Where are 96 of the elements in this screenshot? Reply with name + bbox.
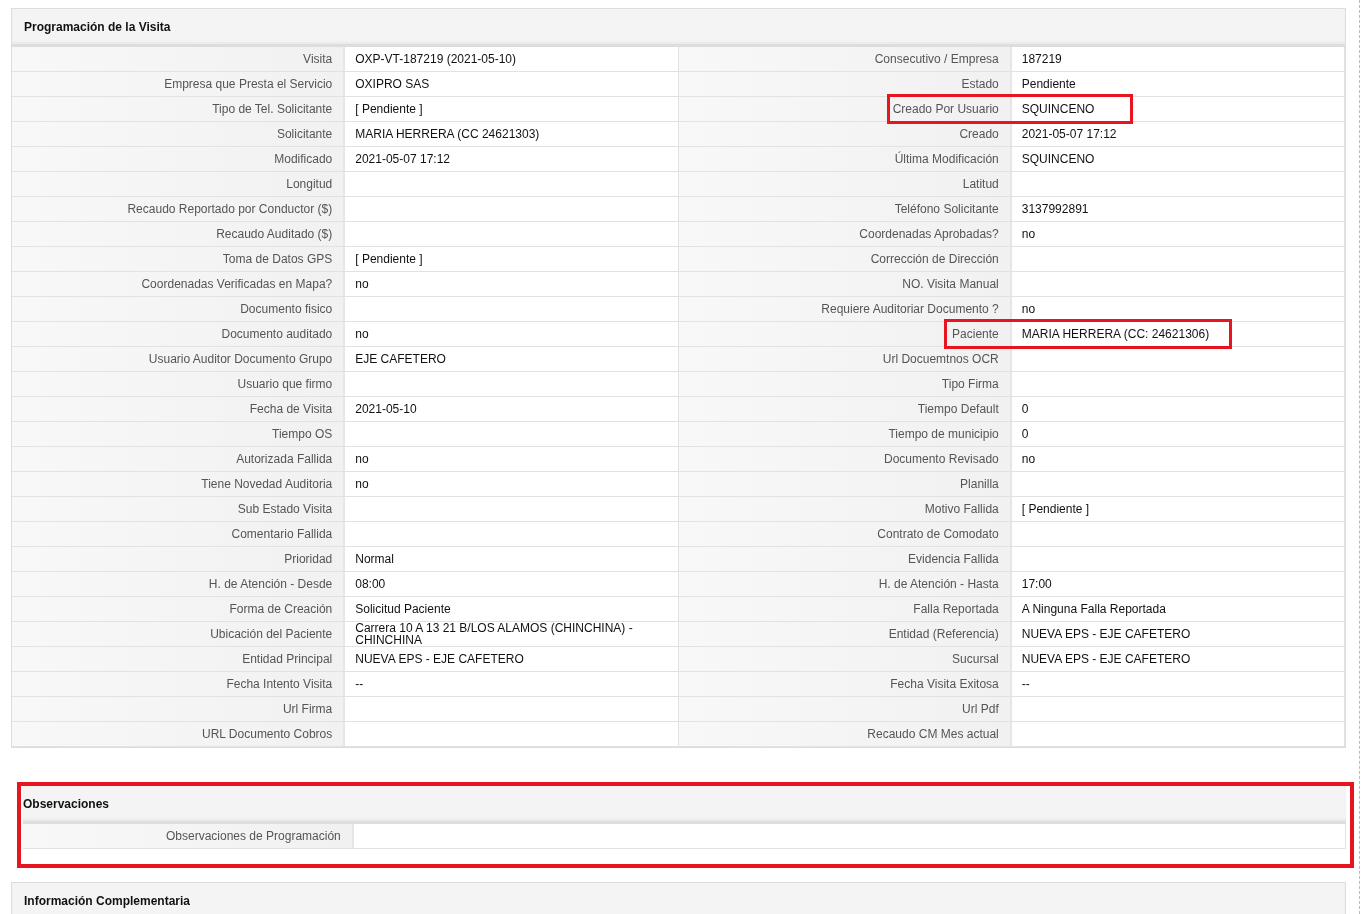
field-value: 3137992891 bbox=[1021, 203, 1089, 215]
label-text: Documento auditado bbox=[221, 327, 333, 341]
label-text: Creado Por Usuario bbox=[892, 102, 999, 116]
field-value: 2021-05-07 17:12 bbox=[1021, 128, 1117, 140]
label-text: Contrato de Comodato bbox=[877, 527, 999, 541]
label-text: Comentario Fallida bbox=[231, 527, 333, 541]
label-text: Creado bbox=[959, 127, 999, 141]
label-text: Observaciones de Programación bbox=[166, 829, 341, 843]
field-value: 08:00 bbox=[355, 578, 386, 590]
field-value: no bbox=[355, 478, 369, 490]
label-text: Fecha Intento Visita bbox=[226, 677, 333, 691]
field-value: 2021-05-07 17:12 bbox=[355, 153, 450, 165]
label-text: Falla Reportada bbox=[913, 602, 999, 616]
label-text: Fecha Visita Exitosa bbox=[890, 677, 999, 691]
label-text: NO. Visita Manual bbox=[902, 277, 999, 291]
field-value: NUEVA EPS - EJE CAFETERO bbox=[1021, 653, 1191, 665]
field-value: [ Pendiente ] bbox=[355, 253, 423, 265]
label-text: Ubicación del Paciente bbox=[210, 627, 333, 641]
label-text: Estado bbox=[961, 77, 999, 91]
label-text: Prioridad bbox=[284, 552, 333, 566]
field-value: 187219 bbox=[1021, 53, 1062, 65]
field-value: Carrera 10 A 13 21 B/LOS ALAMOS (CHINCHINA) - CHINCHINA bbox=[355, 622, 634, 646]
label-text: Tiempo Default bbox=[917, 402, 999, 416]
label-text: Tiene Novedad Auditoria bbox=[201, 477, 333, 491]
field-value: -- bbox=[1021, 678, 1030, 690]
section-title: Información Complementaria bbox=[24, 893, 191, 908]
label-text: Tipo Firma bbox=[941, 377, 999, 391]
label-text: Url Pdf bbox=[962, 702, 999, 716]
field-value: no bbox=[1021, 303, 1036, 315]
field-value: MARIA HERRERA (CC 24621303) bbox=[355, 128, 540, 140]
label-text: Motivo Fallida bbox=[924, 502, 999, 516]
label-text: Coordenadas Verificadas en Mapa? bbox=[141, 277, 333, 291]
label-text: Recaudo Reportado por Conductor ($) bbox=[127, 202, 333, 216]
field-value: OXP-VT-187219 (2021-05-10) bbox=[355, 53, 516, 65]
label-text: Sub Estado Visita bbox=[237, 502, 333, 516]
label-text: Corrección de Dirección bbox=[870, 252, 999, 266]
field-value: Normal bbox=[355, 553, 394, 565]
label-text: Url Firma bbox=[282, 702, 333, 716]
label-text: Empresa que Presta el Servicio bbox=[164, 77, 333, 91]
label-text: Teléfono Solicitante bbox=[894, 202, 999, 216]
field-value: Pendiente bbox=[1021, 78, 1076, 90]
label-text: Entidad (Referencia) bbox=[888, 627, 999, 641]
field-value: OXIPRO SAS bbox=[355, 78, 430, 90]
field-value: 2021-05-10 bbox=[355, 403, 417, 415]
label-text: Solicitante bbox=[276, 127, 333, 141]
label-text: Modificado bbox=[274, 152, 333, 166]
label-text: Requiere Auditoriar Documento ? bbox=[821, 302, 999, 316]
label-text: Visita bbox=[303, 52, 333, 66]
label-text: Entidad Principal bbox=[242, 652, 333, 666]
field-value: no bbox=[1021, 228, 1036, 240]
field-value: Solicitud Paciente bbox=[355, 603, 451, 615]
label-text: Paciente bbox=[952, 327, 999, 341]
field-value: no bbox=[355, 453, 369, 465]
field-value: 0 bbox=[1021, 428, 1029, 440]
field-value: 0 bbox=[1021, 403, 1029, 415]
label-text: H. de Atención - Desde bbox=[208, 577, 333, 591]
label-text: Tipo de Tel. Solicitante bbox=[212, 102, 333, 116]
field-value: no bbox=[355, 328, 369, 340]
label-text: Fecha de Visita bbox=[249, 402, 333, 416]
field-value: MARIA HERRERA (CC: 24621306) bbox=[1021, 328, 1210, 340]
label-text: Tiempo OS bbox=[272, 427, 333, 441]
section-title: Programación de la Visita bbox=[24, 19, 171, 34]
label-text: Sucursal bbox=[952, 652, 999, 666]
label-text: Planilla bbox=[960, 477, 999, 491]
label-text: Usuario Auditor Documento Grupo bbox=[148, 352, 333, 366]
field-value: EJE CAFETERO bbox=[355, 353, 446, 365]
label-text: Forma de Creación bbox=[229, 602, 333, 616]
label-text: Última Modificación bbox=[894, 152, 999, 166]
label-text: Latitud bbox=[962, 177, 999, 191]
label-text: Usuario que firmo bbox=[237, 377, 333, 391]
label-text: Toma de Datos GPS bbox=[222, 252, 333, 266]
field-value: no bbox=[355, 278, 369, 290]
label-text: Url Docuemtnos OCR bbox=[882, 352, 999, 366]
field-value: SQUINCENO bbox=[1021, 103, 1095, 115]
label-text: Coordenadas Aprobadas? bbox=[859, 227, 999, 241]
field-value: [ Pendiente ] bbox=[1021, 503, 1090, 515]
field-value: no bbox=[1021, 453, 1036, 465]
label-text: Recaudo Auditado ($) bbox=[216, 227, 333, 241]
label-text: Autorizada Fallida bbox=[236, 452, 333, 466]
field-value: 17:00 bbox=[1021, 578, 1052, 590]
label-text: H. de Atención - Hasta bbox=[878, 577, 999, 591]
field-value: A Ninguna Falla Reportada bbox=[1021, 603, 1166, 615]
label-text: Longitud bbox=[286, 177, 333, 191]
label-text: Consecutivo / Empresa bbox=[874, 52, 999, 66]
field-value: -- bbox=[355, 678, 364, 690]
field-value: [ Pendiente ] bbox=[355, 103, 423, 115]
section-title: Observaciones bbox=[23, 796, 110, 811]
label-text: URL Documento Cobros bbox=[201, 727, 333, 741]
field-value: NUEVA EPS - EJE CAFETERO bbox=[1021, 628, 1191, 640]
field-value: NUEVA EPS - EJE CAFETERO bbox=[355, 653, 524, 665]
label-text: Documento fisico bbox=[240, 302, 333, 316]
label-text: Evidencia Fallida bbox=[908, 552, 999, 566]
label-text: Tiempo de municipio bbox=[888, 427, 999, 441]
label-text: Recaudo CM Mes actual bbox=[867, 727, 999, 741]
field-value: SQUINCENO bbox=[1021, 153, 1095, 165]
label-text: Documento Revisado bbox=[884, 452, 999, 466]
